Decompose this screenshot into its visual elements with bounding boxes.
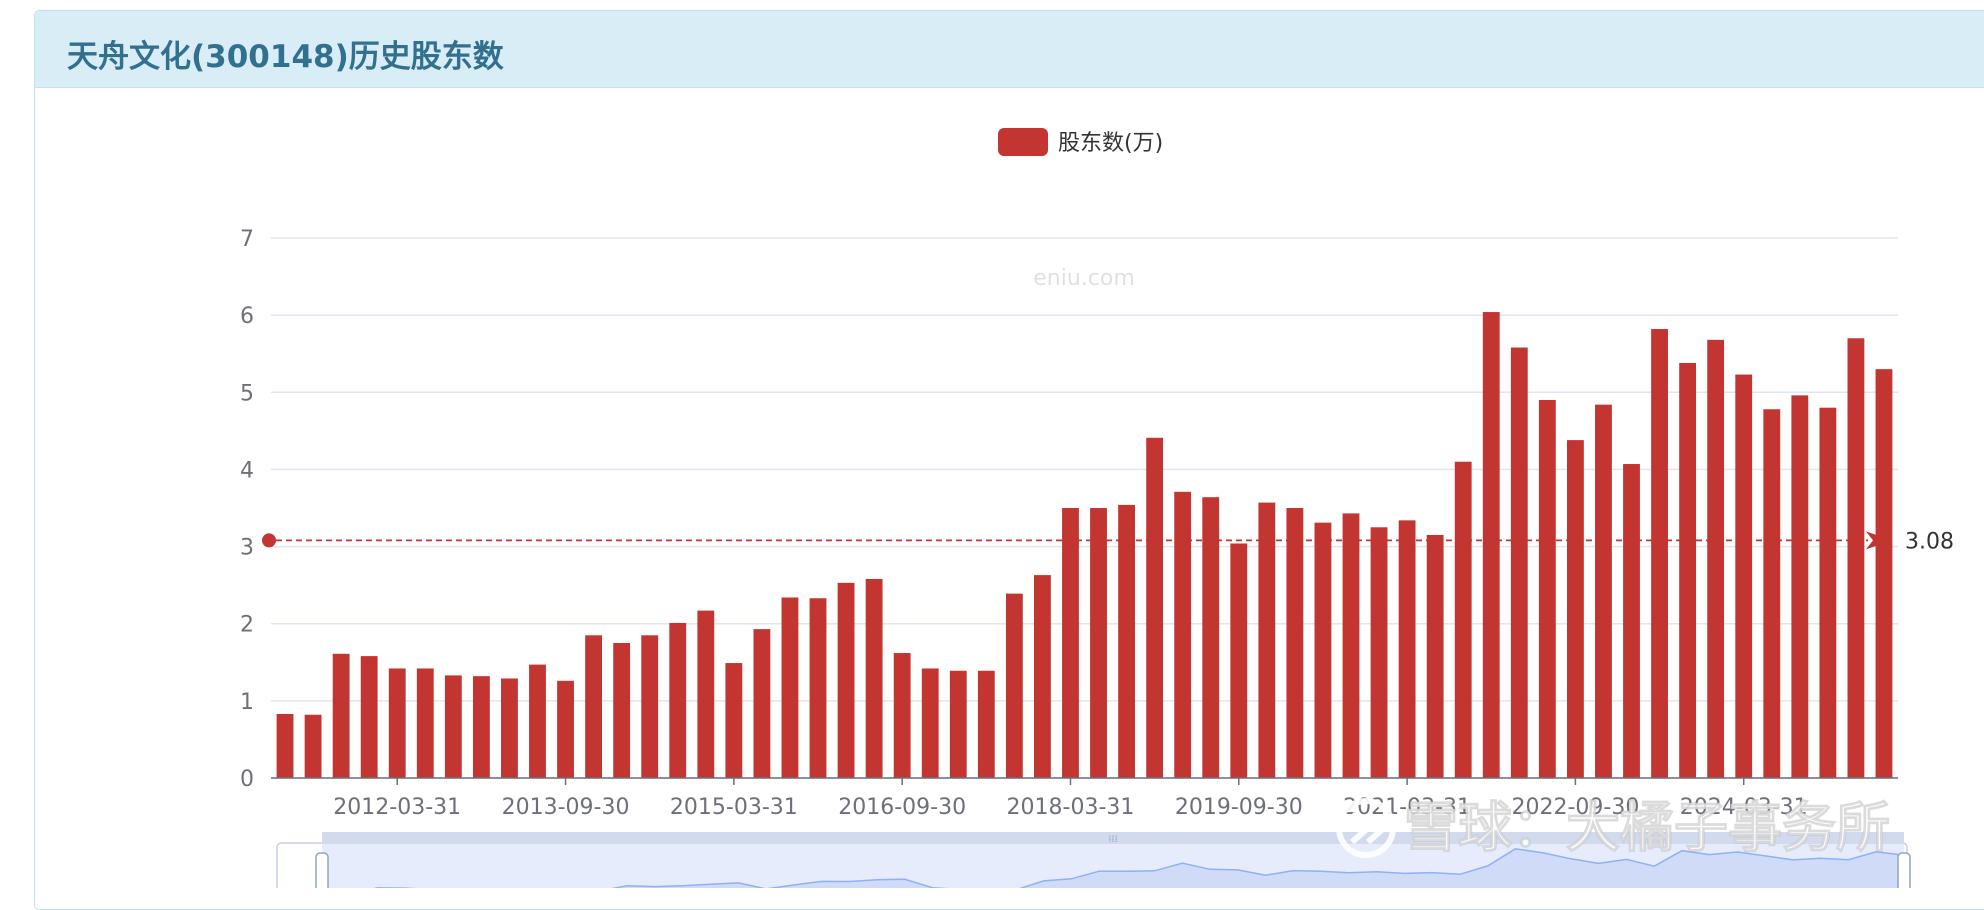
legend[interactable]: 股东数(万) <box>998 128 1163 156</box>
bar[interactable] <box>1651 329 1668 778</box>
x-tick-label: 2019-09-30 <box>1175 795 1303 820</box>
legend-label[interactable]: 股东数(万) <box>1058 131 1163 156</box>
bar[interactable] <box>1005 593 1023 778</box>
bar[interactable] <box>641 635 659 778</box>
mark-line-label: 3.08 <box>1905 529 1954 554</box>
y-tick-label: 7 <box>240 227 254 252</box>
grip-icon: ⁞⁞⁞ <box>1108 834 1118 845</box>
bar[interactable] <box>557 680 574 778</box>
bar[interactable] <box>1090 508 1107 778</box>
bar[interactable] <box>1595 404 1612 778</box>
bar[interactable] <box>1623 464 1640 778</box>
bar[interactable] <box>1286 508 1304 778</box>
bar[interactable] <box>893 653 911 778</box>
zoom-handle-right[interactable] <box>1897 852 1911 888</box>
bar[interactable] <box>1398 520 1416 778</box>
x-tick-label: 2012-03-31 <box>333 795 461 820</box>
xueqiu-watermark: 雪球：大橘子事务所 <box>1336 796 1891 860</box>
bar-series <box>276 312 1893 778</box>
bar[interactable] <box>781 597 799 778</box>
bar[interactable] <box>837 582 855 778</box>
bar[interactable] <box>304 714 322 778</box>
bar[interactable] <box>388 668 406 778</box>
bar[interactable] <box>585 635 603 778</box>
bar[interactable] <box>1791 395 1809 778</box>
site-watermark: eniu.com <box>1033 266 1135 291</box>
bar[interactable] <box>1034 575 1051 778</box>
y-tick-label: 3 <box>240 536 254 561</box>
x-tick-label: 2015-03-31 <box>670 795 798 820</box>
x-tick-label: 2016-09-30 <box>838 795 966 820</box>
bar[interactable] <box>1202 497 1220 778</box>
bar[interactable] <box>360 656 378 778</box>
y-tick-label: 1 <box>240 690 254 715</box>
xueqiu-watermark-text: 雪球：大橘子事务所 <box>1404 796 1890 859</box>
y-tick-label: 6 <box>240 304 254 329</box>
bar[interactable] <box>1146 437 1164 778</box>
bar[interactable] <box>697 610 715 778</box>
bar[interactable] <box>276 713 294 778</box>
bar[interactable] <box>472 676 490 778</box>
bar[interactable] <box>1342 513 1360 778</box>
bar[interactable] <box>949 670 967 778</box>
bar[interactable] <box>501 678 518 778</box>
bar[interactable] <box>1763 409 1781 778</box>
bar[interactable] <box>1370 527 1388 778</box>
bar[interactable] <box>1707 339 1725 778</box>
bar[interactable] <box>613 643 631 778</box>
average-mark-line: 3.08 <box>262 529 1954 554</box>
y-axis-labels: 0 1 2 3 4 5 6 7 <box>240 227 254 792</box>
bar[interactable] <box>865 578 883 778</box>
bar[interactable] <box>1875 369 1893 778</box>
y-tick-label: 5 <box>240 381 254 406</box>
x-tick-label: 2013-09-30 <box>502 795 630 820</box>
bar[interactable] <box>809 598 827 778</box>
bar[interactable] <box>1230 543 1248 778</box>
bar[interactable] <box>416 668 434 778</box>
bar[interactable] <box>1062 508 1079 778</box>
bar[interactable] <box>529 664 546 778</box>
legend-swatch[interactable] <box>998 128 1048 156</box>
zoom-handle-left[interactable] <box>315 852 329 888</box>
bar[interactable] <box>921 668 939 778</box>
bar[interactable] <box>977 670 995 778</box>
bar[interactable] <box>1174 491 1192 778</box>
bar[interactable] <box>1426 535 1444 778</box>
bar[interactable] <box>1847 338 1865 778</box>
bar[interactable] <box>1454 461 1472 778</box>
bar[interactable] <box>332 653 350 778</box>
bar[interactable] <box>1258 502 1276 778</box>
bar[interactable] <box>725 663 743 778</box>
bar[interactable] <box>1538 400 1556 778</box>
bar[interactable] <box>444 675 462 778</box>
bar[interactable] <box>1482 312 1500 778</box>
bar[interactable] <box>1679 362 1697 778</box>
bar[interactable] <box>1118 504 1135 778</box>
x-tick-label: 2018-03-31 <box>1007 795 1135 820</box>
bar[interactable] <box>1819 407 1837 778</box>
bar[interactable] <box>1566 440 1584 778</box>
y-tick-label: 0 <box>240 767 254 792</box>
bar[interactable] <box>1735 374 1753 778</box>
shareholder-count-chart: 0 1 2 3 4 5 6 7 2012-03-31 2013-09-30 2015-03-31 2… <box>240 128 1954 888</box>
bar[interactable] <box>753 629 771 778</box>
bar[interactable] <box>1510 347 1528 778</box>
bar[interactable] <box>1314 522 1332 778</box>
y-tick-label: 2 <box>240 613 254 638</box>
mark-line-start-dot <box>262 533 276 548</box>
bar[interactable] <box>669 622 687 778</box>
y-tick-label: 4 <box>240 458 254 483</box>
